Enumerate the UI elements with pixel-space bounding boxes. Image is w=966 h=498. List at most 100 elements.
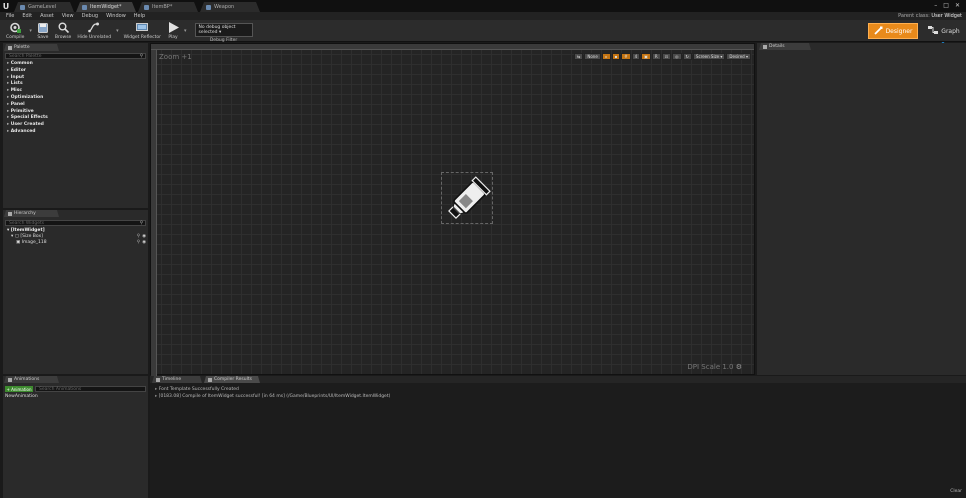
palette-category-panel[interactable]: Panel: [7, 102, 48, 109]
widget-reflector-button[interactable]: Widget Reflector: [121, 20, 164, 42]
widget-preview[interactable]: [441, 172, 493, 224]
blueprint-icon: [144, 5, 149, 10]
hide-unrelated-icon: [88, 22, 100, 33]
graph-icon: [928, 25, 939, 37]
paintbrush-icon: [873, 26, 883, 37]
browse-button[interactable]: Browse: [52, 20, 74, 42]
menu-debug[interactable]: Debug: [82, 13, 98, 19]
dpi-scale-label: DPI Scale 1.0 ⚙: [687, 363, 742, 371]
paint-tube-icon: [448, 176, 491, 219]
zoom-fit-icon[interactable]: ⊡: [661, 53, 672, 60]
vertical-ruler: [151, 50, 157, 376]
hide-unrelated-chevron-icon[interactable]: ▾: [116, 28, 119, 34]
animations-panel: Animations + Animation Search Animations…: [3, 376, 148, 498]
widget-reflector-icon: [136, 22, 149, 33]
play-button[interactable]: Play: [164, 20, 182, 42]
menu-edit[interactable]: Edit: [22, 13, 32, 19]
graph-mode-button[interactable]: Graph: [924, 23, 964, 39]
zoom-level-label: Zoom +1: [159, 53, 192, 61]
flip-icon[interactable]: ⇆: [573, 53, 584, 60]
level-icon: [20, 5, 25, 10]
timeline-icon: [156, 378, 160, 382]
designer-mode-button[interactable]: Designer: [868, 23, 918, 39]
palette-category-misc[interactable]: Misc: [7, 88, 48, 95]
log-line: Font Template Successfully Created: [155, 387, 239, 392]
eye-icon[interactable]: ◉: [142, 240, 146, 245]
lock-toggle-icon[interactable]: ▪: [611, 53, 621, 60]
eye-icon[interactable]: ◉: [142, 234, 146, 239]
palette-category-advanced[interactable]: Advanced: [7, 129, 48, 136]
widget-icon: [82, 5, 87, 10]
compiler-log: Font Template Successfully Created [0183…: [150, 383, 966, 498]
grid-snap-icon[interactable]: #: [621, 53, 631, 60]
compiler-results-tab[interactable]: Compiler Results: [204, 376, 260, 383]
palette-tab[interactable]: Palette: [4, 44, 59, 51]
menu-bar: File Edit Asset View Debug Window Help P…: [0, 12, 966, 20]
desired-size-dropdown[interactable]: Desired ▾: [726, 53, 751, 60]
close-icon[interactable]: ✕: [955, 2, 960, 9]
outline-toggle-icon[interactable]: ▫: [601, 53, 611, 60]
doc-tab-itembp[interactable]: ItemBP*: [138, 2, 198, 12]
blueprint-icon: [206, 5, 211, 10]
screen-size-dropdown[interactable]: Screen Size ▾: [692, 53, 726, 60]
snap-value-button[interactable]: 4: [631, 53, 641, 60]
details-tab[interactable]: Details: [759, 43, 811, 50]
compile-options-chevron-icon[interactable]: ▾: [29, 28, 32, 34]
menu-window[interactable]: Window: [106, 13, 126, 19]
animation-list-item[interactable]: NewAnimation: [5, 394, 38, 399]
play-icon: [167, 22, 179, 33]
debug-object-select[interactable]: No debug object selected ▾: [194, 23, 253, 37]
document-tab-bar: U GameLevel ItemWidget* ItemBP* Weapon –…: [0, 0, 966, 12]
palette-category-editor[interactable]: Editor: [7, 68, 48, 75]
menu-view[interactable]: View: [62, 13, 74, 19]
hierarchy-search-input[interactable]: Search Widgets ⚲: [5, 220, 146, 226]
refresh-icon[interactable]: ↻: [682, 53, 692, 60]
palette-category-list: Common Editor Input Lists Misc Optimizat…: [7, 61, 48, 136]
hierarchy-image-item[interactable]: ▣ Image_118 ⚲ ◉: [16, 240, 146, 245]
size-toggle-icon[interactable]: ▣: [641, 53, 651, 60]
doc-tab-itemwidget[interactable]: ItemWidget*: [76, 2, 136, 12]
window-controls: – □ ✕: [934, 2, 966, 12]
respect-locks-button[interactable]: R: [651, 53, 661, 60]
doc-tab-gamelevel[interactable]: GameLevel: [14, 2, 74, 12]
details-panel: Details: [757, 43, 966, 375]
palette-category-optimization[interactable]: Optimization: [7, 95, 48, 102]
palette-search-input[interactable]: Search Palette ⚲: [5, 53, 146, 59]
animations-tab[interactable]: Animations: [4, 376, 59, 383]
unreal-logo-icon[interactable]: U: [0, 0, 12, 12]
parent-class-value[interactable]: User Widget: [931, 13, 962, 19]
add-animation-button[interactable]: + Animation: [5, 386, 33, 392]
lock-icon[interactable]: ⚲: [137, 234, 140, 239]
palette-category-user-created[interactable]: User Created: [7, 122, 48, 129]
horizontal-ruler: [151, 44, 754, 50]
search-icon: ⚲: [139, 221, 143, 226]
parent-class: Parent class: User Widget: [898, 13, 962, 19]
lock-icon[interactable]: ⚲: [137, 240, 140, 245]
save-icon: [37, 22, 49, 33]
animation-icon: [8, 378, 12, 382]
viewport-none-button[interactable]: None: [584, 53, 601, 60]
animations-search-input[interactable]: Search Animations: [35, 386, 146, 392]
save-button[interactable]: Save: [34, 20, 52, 42]
menu-file[interactable]: File: [6, 13, 14, 19]
compile-button[interactable]: Compile: [3, 20, 27, 42]
hierarchy-tab[interactable]: Hierarchy: [4, 210, 59, 217]
minimize-icon[interactable]: –: [934, 2, 937, 9]
menu-help[interactable]: Help: [134, 13, 145, 19]
palette-category-common[interactable]: Common: [7, 61, 48, 68]
gear-icon[interactable]: ⚙: [736, 363, 742, 371]
doc-tab-weapon[interactable]: Weapon: [200, 2, 260, 12]
timeline-tab[interactable]: Timeline: [152, 376, 202, 383]
clear-button[interactable]: Clear: [950, 489, 962, 494]
designer-viewport[interactable]: Zoom +1 ⇆ None ▫ ▪ # 4 ▣ R ⊡ ◎ ↻ Screen …: [150, 43, 755, 376]
palette-panel: Palette Search Palette ⚲ Common Editor I…: [3, 43, 148, 208]
hierarchy-root-item[interactable]: ▾ [ItemWidget]: [7, 228, 45, 233]
play-options-chevron-icon[interactable]: ▾: [184, 28, 187, 34]
menu-asset[interactable]: Asset: [40, 13, 54, 19]
mode-switcher: Designer Graph: [868, 23, 964, 39]
hierarchy-sizebox-item[interactable]: ▾ ▢ [Size Box] ⚲ ◉: [11, 234, 146, 239]
magnifier-icon: [57, 22, 69, 33]
maximize-icon[interactable]: □: [943, 2, 949, 9]
preview-icon[interactable]: ◎: [672, 53, 682, 60]
hide-unrelated-button[interactable]: Hide Unrelated: [74, 20, 114, 42]
